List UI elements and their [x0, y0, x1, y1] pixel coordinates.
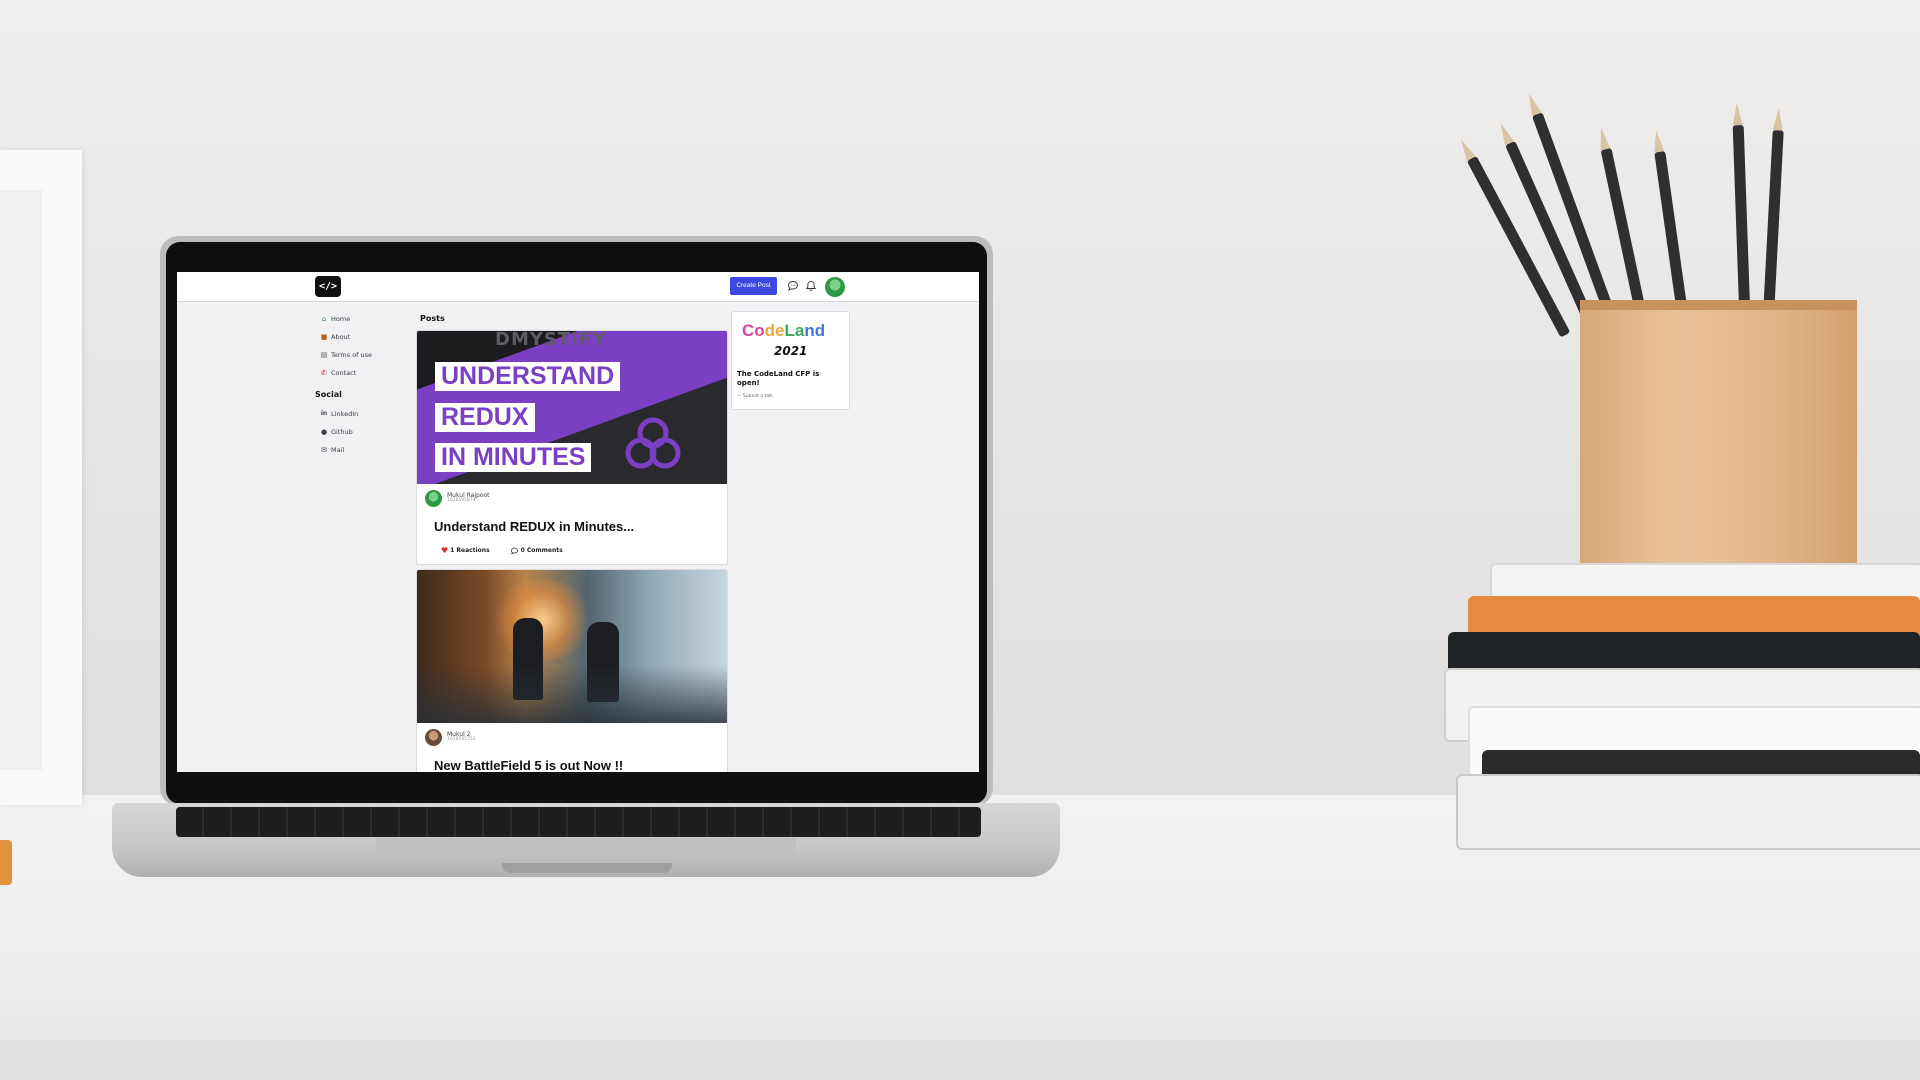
cover-line: UNDERSTAND — [435, 362, 621, 391]
sidebar-item-about[interactable]: ■ About — [315, 328, 415, 346]
pencil-holder-rim — [1580, 300, 1857, 310]
laptop-keyboard — [176, 807, 981, 837]
post-title[interactable]: New BattleField 5 is out Now !! — [434, 758, 719, 772]
picture-frame — [0, 150, 82, 805]
laptop-screen: </> Create Post ⌂ Home ■ About ▤ Terms o… — [177, 272, 979, 772]
reactions-button[interactable]: ♥ 1 Reactions — [441, 546, 490, 555]
orange-object — [0, 840, 12, 885]
laptop-trackpad — [376, 838, 796, 858]
book — [1456, 774, 1920, 850]
sidebar-item-label: Home — [331, 315, 351, 323]
sidebar-item-label: Contact — [331, 369, 357, 377]
sidebar-item-label: Terms of use — [331, 351, 373, 359]
sidebar-item-terms[interactable]: ▤ Terms of use — [315, 346, 415, 364]
cover-line: REDUX — [435, 403, 535, 432]
post-meta: ♥ 1 Reactions 0 Comments — [441, 546, 719, 555]
phone-icon: ✆ — [321, 369, 327, 377]
cover-line: IN MINUTES — [435, 443, 592, 472]
post-card[interactable]: Mukul 2 1628595752 New BattleField 5 is … — [416, 569, 728, 772]
comments-count: 0 Comments — [520, 547, 563, 554]
home-icon: ⌂ — [321, 315, 327, 323]
github-icon: ● — [320, 428, 328, 436]
promo-title[interactable]: The CodeLand CFP is open! — [737, 370, 842, 389]
bell-icon[interactable] — [805, 280, 817, 292]
sidebar-item-github[interactable]: ● Github — [315, 423, 415, 441]
post-title[interactable]: Understand REDUX in Minutes... — [434, 519, 719, 534]
codeland-year: 2021 — [774, 344, 808, 358]
sidebar-item-contact[interactable]: ✆ Contact — [315, 364, 415, 382]
linkedin-icon: in — [320, 410, 328, 417]
left-sidebar: ⌂ Home ■ About ▤ Terms of use ✆ Contact … — [315, 310, 415, 459]
post-cover-image[interactable]: DMYSTIFY UNDERSTAND REDUX IN MINUTES — [417, 331, 727, 484]
redux-logo-icon — [625, 417, 681, 469]
create-post-button[interactable]: Create Post — [730, 277, 777, 295]
terms-icon: ▤ — [320, 351, 328, 359]
top-navbar: </> Create Post — [177, 272, 979, 302]
codeland-logo: CodeLand — [742, 321, 826, 340]
reactions-count: 1 Reactions — [450, 547, 490, 554]
post-body: Mukul Rajpoot 1628595874 Understand REDU… — [417, 484, 727, 563]
promo-subtitle[interactable]: — Submit a talk — [737, 394, 773, 399]
site-logo[interactable]: </> — [315, 276, 341, 297]
codeland-promo-card[interactable]: CodeLand 2021 The CodeLand CFP is open! … — [731, 311, 850, 410]
cover-fog — [417, 665, 727, 723]
post-date: 1628595752 — [447, 737, 476, 743]
author-avatar[interactable] — [425, 490, 442, 507]
sidebar-item-label: Mail — [331, 446, 345, 454]
comments-button[interactable]: 0 Comments — [510, 546, 563, 555]
laptop-notch — [502, 863, 672, 873]
post-cover-image[interactable] — [417, 570, 727, 723]
comment-icon — [510, 547, 518, 554]
mail-icon: ✉ — [321, 446, 327, 454]
about-icon: ■ — [320, 333, 328, 341]
sidebar-item-home[interactable]: ⌂ Home — [315, 310, 415, 328]
sidebar-item-label: About — [331, 333, 351, 341]
chat-icon[interactable] — [787, 280, 799, 292]
heart-icon: ♥ — [441, 546, 449, 555]
author-avatar[interactable] — [425, 729, 442, 746]
post-date: 1628595874 — [447, 498, 476, 504]
user-avatar[interactable] — [825, 277, 845, 297]
sidebar-item-label: Github — [331, 428, 353, 436]
author-row: Mukul 2 1628595752 — [425, 729, 719, 746]
author-row: Mukul Rajpoot 1628595874 — [425, 490, 719, 507]
post-body: Mukul 2 1628595752 New BattleField 5 is … — [417, 723, 727, 772]
picture-frame-inner — [0, 190, 42, 770]
post-card[interactable]: DMYSTIFY UNDERSTAND REDUX IN MINUTES Muk… — [416, 330, 728, 565]
sidebar-item-mail[interactable]: ✉ Mail — [315, 441, 415, 459]
social-heading: Social — [315, 390, 342, 399]
desk-edge — [0, 1040, 1920, 1080]
posts-heading: Posts — [420, 314, 445, 323]
pencil-holder — [1580, 300, 1857, 578]
sidebar-item-linkedin[interactable]: in LinkedIn — [315, 405, 415, 423]
cover-faded-text: DMYSTIFY — [495, 331, 607, 350]
sidebar-item-label: LinkedIn — [331, 410, 359, 418]
